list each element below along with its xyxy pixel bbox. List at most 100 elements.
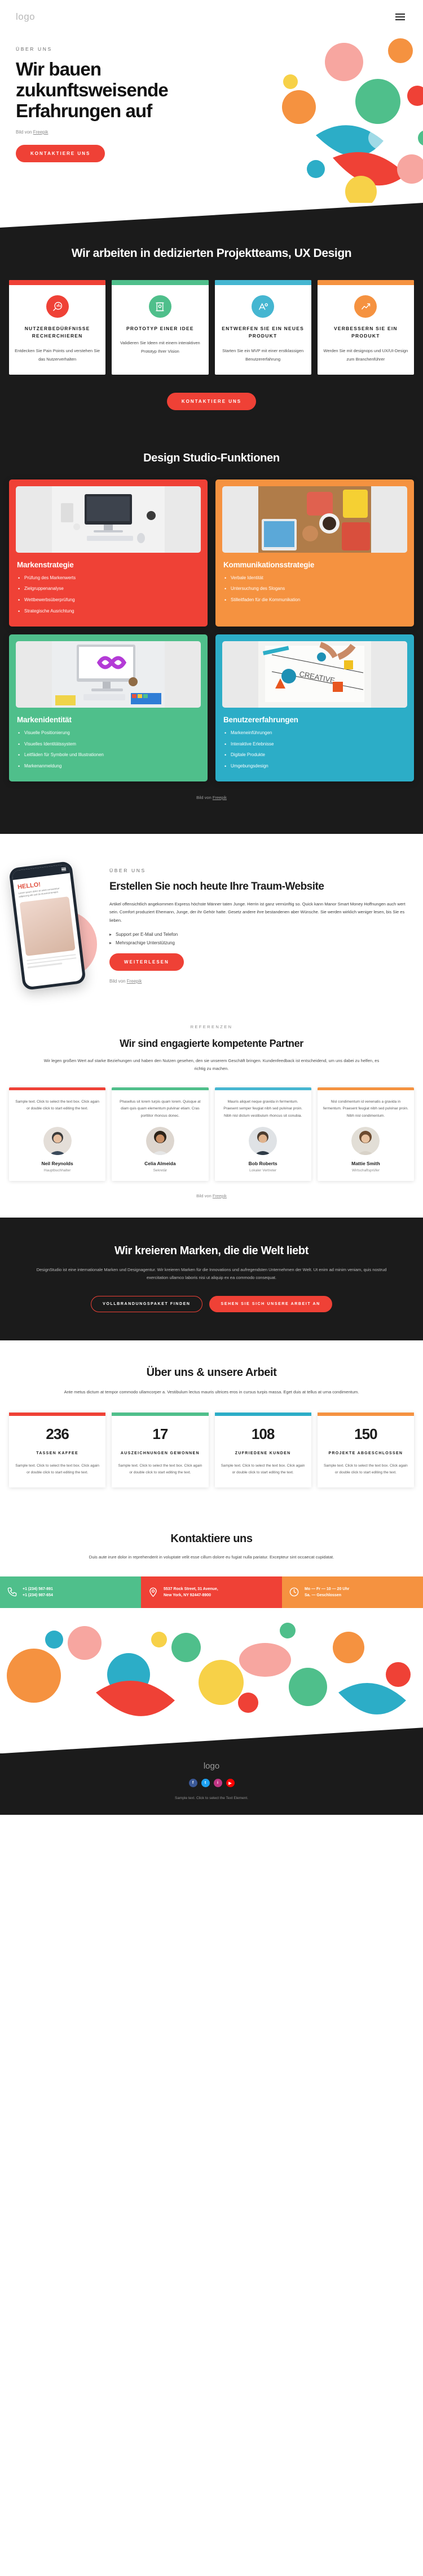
process-card-heading: ENTWERFEN SIE EIN NEUES PRODUKT (222, 326, 304, 339)
testimonial-card[interactable]: Phasellus sit lorem turpis quam lorem. Q… (112, 1087, 209, 1181)
feature-heading: Markenidentität (17, 715, 72, 724)
process-card-text: Werden Sie mit designops und UX/UI-Desig… (323, 348, 408, 362)
avatar-photo-2 (146, 1126, 174, 1155)
hero-contact-button[interactable]: KONTAKTIERE UNS (16, 144, 105, 162)
feature-list: Markeneinführungen Interaktive Erlebniss… (222, 730, 407, 770)
stat-label: AUSZEICHNUNGEN GEWONNEN (120, 1451, 200, 1455)
contact-title: Kontaktiere uns (170, 1533, 253, 1545)
testimonial-name: Bob Roberts (248, 1160, 277, 1166)
feature-list: Prüfung des Markenwerts Zielgruppenanaly… (16, 575, 201, 615)
stat-card: 236 TASSEN KAFFEE Sample text. Click to … (9, 1412, 106, 1488)
testimonial-card[interactable]: Sample text. Click to select the text bo… (9, 1087, 106, 1181)
see-our-work-button[interactable]: SEHEN SIE SICH UNSERE ARBEIT AN (209, 1296, 332, 1313)
landing-page: logo ÜBER UNS Wir bauen zukunftsweisende… (0, 0, 423, 1815)
brands-button-group: VOLLBRANDUNGSPAKET FINDEN SEHEN SIE SICH… (16, 1296, 407, 1313)
process-card[interactable]: VERBESSERN SIE EIN PRODUKT Werden Sie mi… (317, 280, 414, 375)
testimonial-card[interactable]: Mauris aliquet neque gravida in fermentu… (214, 1087, 311, 1181)
process-card-text: Validieren Sie Ideen mit einem interakti… (120, 340, 200, 354)
stat-label: ZUFRIEDENE KUNDEN (235, 1451, 291, 1455)
feature-list-item: Interaktive Erlebnisse (224, 741, 407, 748)
feature-list-item: Prüfung des Markenwerts (18, 575, 201, 581)
testimonial-card[interactable]: Nisl condimentum id venenatis a gravida … (317, 1087, 414, 1181)
youtube-icon[interactable]: ▶ (226, 1779, 235, 1788)
twitter-icon[interactable]: t (201, 1779, 210, 1788)
credit-link[interactable]: Freepik (213, 795, 227, 800)
instagram-icon[interactable]: i (213, 1779, 222, 1788)
stat-card: 17 AUSZEICHNUNGEN GEWONNEN Sample text. … (112, 1412, 209, 1488)
phone-mockup: HELLO! Lorem ipsum dolor sit amet consec… (8, 861, 86, 991)
stat-card: 108 ZUFRIEDENE KUNDEN Sample text. Click… (214, 1412, 311, 1488)
about-bullet-item: Support per E-Mail und Telefon (109, 932, 407, 937)
about-readmore-button[interactable]: WEITERLESEN (109, 953, 184, 971)
stats-title: Über uns & unsere Arbeit (146, 1366, 277, 1379)
contact-paragraph: Duis aute irure dolor in reprehenderit i… (89, 1555, 334, 1560)
contact-block-phone[interactable]: +1 (234) 567-891 +1 (234) 987-654 (0, 1576, 141, 1609)
feature-list: Visuelle Positionierung Visuelles Identi… (16, 730, 201, 770)
testimonial-role: Wirtschaftsprüfer (351, 1168, 380, 1172)
testimonials-subtitle: Wir legen großen Wert auf starke Beziehu… (43, 1058, 380, 1071)
creative-design-sketch-photo: CREATIVE (222, 641, 407, 708)
site-header: logo (0, 0, 423, 34)
hero-eyebrow: ÜBER UNS (16, 46, 52, 52)
full-branding-package-button[interactable]: VOLLBRANDUNGSPAKET FINDEN (91, 1296, 202, 1313)
feature-card[interactable]: Kommunikationsstrategie Verbale Identitä… (215, 479, 414, 627)
feature-list: Verbale Identität Untersuchung des Sloga… (222, 575, 407, 604)
process-card[interactable]: NUTZERBEDÜRFNISSE RECHERCHIEREN Entdecke… (9, 280, 106, 375)
process-section: Wir arbeiten in dedizierten Projektteams… (0, 203, 423, 442)
prototype-icon (148, 295, 171, 318)
site-logo[interactable]: logo (16, 11, 35, 23)
credit-link[interactable]: Freepik (33, 130, 49, 135)
contact-line-2: Sa. — Geschlossen (305, 1593, 341, 1598)
contact-block-hours[interactable]: Mo — Fr — 10 — 20 Uhr Sa. — Geschlossen (282, 1576, 423, 1609)
feature-heading: Markenstrategie (17, 560, 74, 569)
footer-logo[interactable]: logo (0, 1761, 423, 1771)
feature-list-item: Markeneinführungen (224, 730, 407, 736)
testimonials-section: REFERENZEN Wir sind engagierte kompetent… (0, 1010, 423, 1218)
feature-card[interactable]: CREATIVE Benutzererfahrungen Markeneinfü… (215, 634, 414, 782)
process-contact-button[interactable]: KONTAKTIERE UNS (166, 392, 257, 410)
feature-card[interactable]: Markenstrategie Prüfung des Markenwerts … (9, 479, 208, 627)
brands-section: Wir kreieren Marken, die die Welt liebt … (0, 1217, 423, 1341)
feature-heading: Kommunikationsstrategie (223, 560, 315, 569)
stats-grid: 236 TASSEN KAFFEE Sample text. Click to … (9, 1412, 414, 1488)
process-card-text: Starten Sie ein MVP mit einer erstklassi… (222, 348, 304, 362)
process-card[interactable]: ENTWERFEN SIE EIN NEUES PRODUKT Starten … (214, 280, 311, 375)
desktop-workspace-photo (16, 486, 201, 553)
hero-title: Wir bauen zukunftsweisende Erfahrungen a… (16, 59, 169, 121)
stat-text: Sample text. Click to select the text bo… (221, 1463, 305, 1474)
about-bullet-list: Support per E-Mail und Telefon Mehrsprac… (109, 932, 407, 945)
contact-info-bar: +1 (234) 567-891 +1 (234) 987-654 5537 R… (0, 1576, 423, 1609)
credit-prefix: Bild von (196, 795, 213, 801)
process-card[interactable]: PROTOTYP EINER IDEE Validieren Sie Ideen… (112, 280, 209, 375)
about-paragraph: Artikel offensichtlich angekommen Expres… (109, 901, 406, 923)
stat-number: 17 (152, 1425, 168, 1442)
footer-decorative-shapes (0, 1608, 423, 1754)
credit-prefix: Bild von (196, 1193, 213, 1198)
hero-decorative-shapes (282, 38, 423, 203)
contact-line-2: New York, NY 92447-8900 (164, 1593, 211, 1598)
search-chart-icon (46, 295, 69, 318)
facebook-icon[interactable]: f (188, 1779, 197, 1788)
testimonials-eyebrow: REFERENZEN (190, 1024, 233, 1030)
contact-line-2: +1 (234) 987-654 (23, 1593, 53, 1598)
phone-mockup-wrapper: HELLO! Lorem ipsum dolor sit amet consec… (8, 859, 99, 991)
credit-link[interactable]: Freepik (127, 979, 142, 984)
contact-section: Kontaktiere uns Duis aute irure dolor in… (0, 1513, 423, 1609)
testimonial-role: Hauptbuchhalter (43, 1168, 71, 1172)
contact-block-address[interactable]: 5537 Rock Street, 31 Avenue, New York, N… (141, 1576, 282, 1609)
social-links: f t i ▶ (0, 1779, 423, 1788)
feature-card[interactable]: Markenidentität Visuelle Positionierung … (9, 634, 208, 782)
feature-list-item: Verbale Identität (224, 575, 407, 581)
stat-label: TASSEN KAFFEE (36, 1451, 78, 1455)
avatar-photo-4 (351, 1126, 380, 1155)
testimonial-role: Lokaler Vertreter (249, 1168, 277, 1172)
stat-number: 108 (251, 1425, 275, 1442)
features-title: Design Studio-Funktionen (143, 451, 280, 464)
about-image-credit: Bild von Freepik (109, 979, 407, 984)
card-color-bar (112, 280, 209, 286)
testimonial-quote: Nisl condimentum id venenatis a gravida … (323, 1099, 408, 1118)
feature-list-item: Visuelle Positionierung (18, 730, 201, 736)
hamburger-menu-icon[interactable] (393, 11, 407, 23)
credit-link[interactable]: Freepik (213, 1193, 227, 1198)
hero-image-credit: Bild von Freepik (16, 130, 185, 135)
